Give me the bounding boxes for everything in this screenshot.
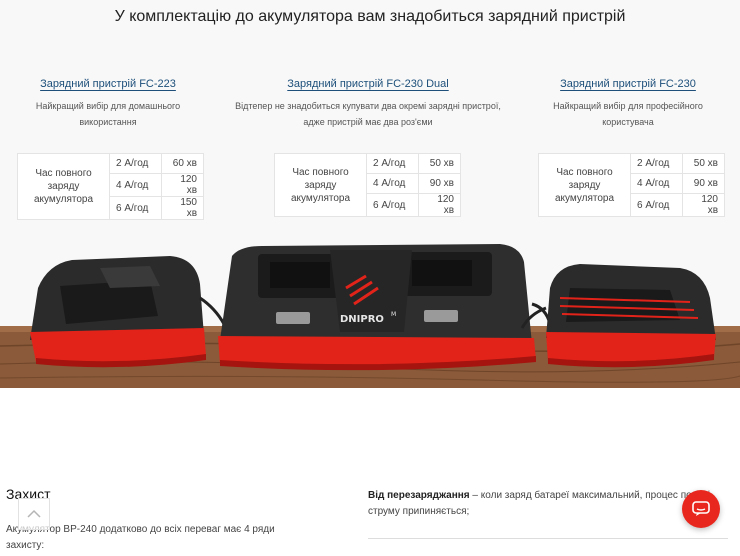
capacity-cell: 6 А/год	[109, 196, 162, 220]
capacity-cell: 4 А/год	[109, 173, 162, 197]
description-line: Відтепер не знадобиться купувати два окр…	[235, 101, 501, 111]
capacity-cell: 6 А/год	[366, 193, 419, 217]
charger-description: Найкращий вибір для професійного користу…	[530, 98, 726, 130]
capacity-cell: 6 А/год	[630, 193, 683, 217]
time-cell: 150 хв	[161, 196, 204, 220]
charger-link-fc223[interactable]: Зарядний пристрій FC-223	[10, 78, 206, 90]
time-cell: 90 хв	[682, 173, 725, 194]
capacity-cell: 4 А/год	[630, 173, 683, 194]
description-line: Найкращий вибір для домашнього	[35, 101, 181, 111]
section-headline: У комплектацію до акумулятора вам знадоб…	[114, 8, 626, 25]
protection-item: Від перезаряджання – коли заряд батареї …	[368, 488, 728, 520]
description-line: використання	[79, 117, 137, 127]
charge-time-label: Час повного заряду акумулятора	[274, 153, 367, 217]
charge-time-table-fc230-dual: Час повного заряду акумулятора 2 А/год 50 …	[274, 153, 461, 217]
capacity-cell: 4 А/год	[366, 173, 419, 194]
capacity-cell: 2 А/год	[109, 153, 162, 174]
chat-button[interactable]	[682, 490, 720, 528]
brand-logo-text: DNIPRO	[340, 314, 384, 325]
scroll-to-top-button[interactable]	[18, 498, 50, 530]
time-cell: 50 хв	[682, 153, 725, 174]
time-cell: 60 хв	[161, 153, 204, 174]
charger-fc230-image	[520, 264, 716, 368]
charger-description: Найкращий вибір для домашнього використа…	[10, 98, 206, 130]
charge-time-table-fc230: Час повного заряду акумулятора 2 А/год 50 …	[538, 153, 725, 217]
charge-time-label: Час повного заряду акумулятора	[538, 153, 631, 217]
chevron-up-icon	[27, 509, 41, 518]
charger-description: Відтепер не знадобиться купувати два окр…	[222, 98, 514, 130]
description-line: Найкращий вибір для професійного	[553, 101, 703, 111]
chargers-photo: DNIPRO M	[0, 228, 740, 388]
capacity-cell: 2 А/год	[366, 153, 419, 174]
time-cell: 120 хв	[418, 193, 461, 217]
charger-card-fc223: Зарядний пристрій FC-223 Найкращий вибір…	[10, 78, 206, 130]
protection-item-title: Від перезаряджання	[368, 490, 470, 501]
charger-card-fc230: Зарядний пристрій FC-230 Найкращий вибір…	[530, 78, 726, 130]
charger-card-fc230-dual: Зарядний пристрій FC-230 Dual Відтепер н…	[222, 78, 514, 130]
time-cell: 120 хв	[682, 193, 725, 217]
charge-time-label: Час повного заряду акумулятора	[17, 153, 110, 220]
protection-intro: Акумулятор BP-240 додатково до всіх пере…	[6, 524, 275, 551]
charger-fc230-dual-image: DNIPRO M	[218, 244, 552, 371]
brand-logo-suffix: M	[391, 311, 396, 318]
description-line: адже пристрій має два роз'єми	[303, 117, 433, 127]
charger-link-fc230[interactable]: Зарядний пристрій FC-230	[530, 78, 726, 90]
chat-icon	[692, 501, 710, 516]
description-line: користувача	[602, 117, 654, 127]
time-cell: 90 хв	[418, 173, 461, 194]
charge-time-table-fc223: Час повного заряду акумулятора 2 А/год 60 …	[17, 153, 204, 220]
divider	[368, 538, 728, 539]
capacity-cell: 2 А/год	[630, 153, 683, 174]
charger-section: У комплектацію до акумулятора вам знадоб…	[0, 0, 740, 388]
charger-link-fc230-dual[interactable]: Зарядний пристрій FC-230 Dual	[222, 78, 514, 90]
charger-fc223-image	[30, 256, 226, 368]
time-cell: 120 хв	[161, 173, 204, 197]
time-cell: 50 хв	[418, 153, 461, 174]
